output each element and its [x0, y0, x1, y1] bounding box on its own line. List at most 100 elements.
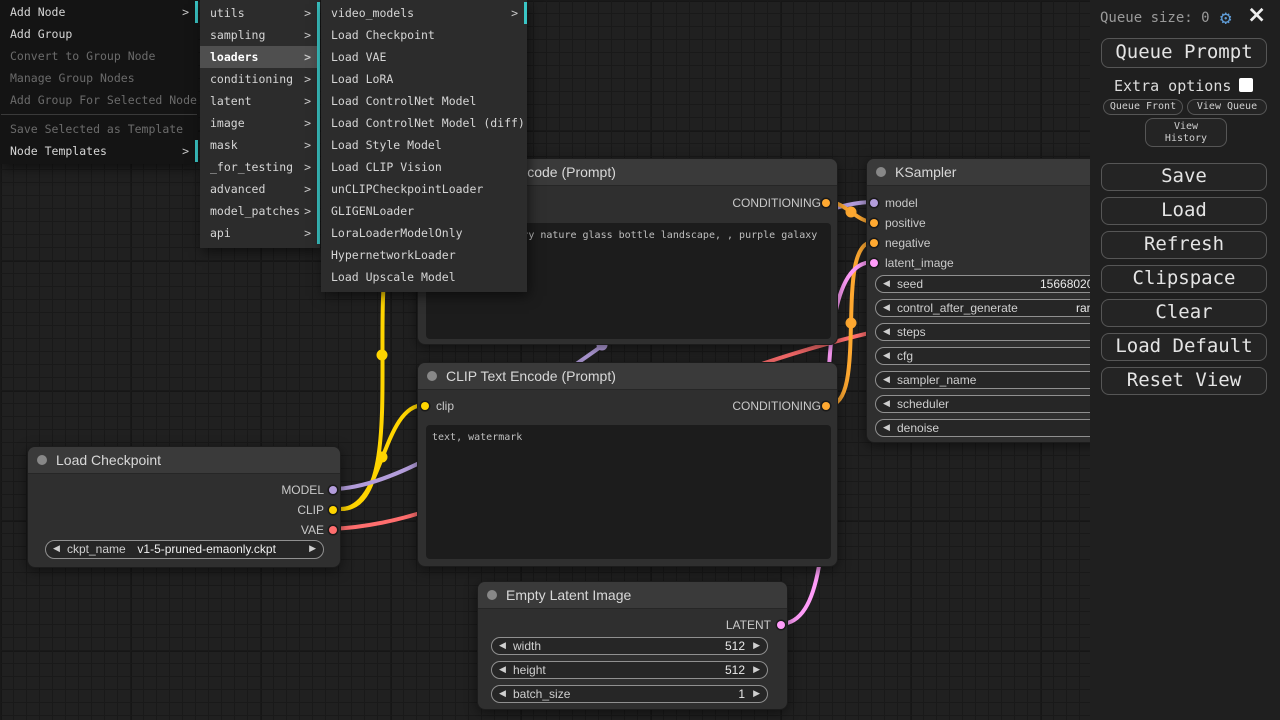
decrement-arrow-icon[interactable]: ◀	[499, 638, 506, 654]
menu-item-load-upscale-model[interactable]: Load Upscale Model	[321, 266, 527, 288]
output-slot-latent[interactable]	[777, 621, 785, 629]
node-load-checkpoint[interactable]: Load Checkpoint MODEL CLIP VAE ◀ ckpt_na…	[27, 446, 341, 568]
node-clip-text-encode-2[interactable]: CLIP Text Encode (Prompt) clip CONDITION…	[417, 362, 838, 567]
menu-item-latent[interactable]: latent>	[200, 90, 320, 112]
decrement-arrow-icon[interactable]: ◀	[883, 324, 890, 340]
menu-item-api[interactable]: api>	[200, 222, 320, 244]
menu-item-load-style-model[interactable]: Load Style Model	[321, 134, 527, 156]
menu-item-label: Node Templates	[10, 144, 107, 158]
close-icon[interactable]: ×	[1247, 2, 1266, 28]
decrement-arrow-icon[interactable]: ◀	[499, 686, 506, 702]
refresh-button[interactable]: Refresh	[1101, 231, 1267, 259]
decrement-arrow-icon[interactable]: ◀	[499, 662, 506, 678]
collapse-dot-icon[interactable]	[37, 455, 47, 465]
clear-button[interactable]: Clear	[1101, 299, 1267, 327]
menu-item-mask[interactable]: mask>	[200, 134, 320, 156]
collapse-dot-icon[interactable]	[876, 167, 886, 177]
output-slot-conditioning[interactable]	[822, 199, 830, 207]
increment-arrow-icon[interactable]: ▶	[753, 662, 760, 678]
input-slot-latent-image[interactable]	[870, 259, 878, 267]
menu-item-utils[interactable]: utils>	[200, 2, 320, 24]
menu-item-load-clip-vision[interactable]: Load CLIP Vision	[321, 156, 527, 178]
prev-arrow-icon[interactable]: ◀	[53, 541, 60, 557]
menu-item-label: Load CLIP Vision	[331, 160, 442, 174]
comfyui-canvas[interactable]: CLIP Text Encode (Prompt) clip CONDITION…	[0, 0, 1280, 720]
settings-gear-icon[interactable]: ⚙	[1220, 7, 1231, 29]
menu-item-load-controlnet-model[interactable]: Load ControlNet Model	[321, 90, 527, 112]
clipspace-button[interactable]: Clipspace	[1101, 265, 1267, 293]
view-history-button[interactable]: View History	[1145, 118, 1227, 147]
save-button[interactable]: Save	[1101, 163, 1267, 191]
prompt-textarea[interactable]: text, watermark	[426, 425, 831, 559]
menu-item-add-node[interactable]: Add Node >	[0, 1, 198, 23]
menu-item-label: loaders	[210, 50, 258, 64]
load-button[interactable]: Load	[1101, 197, 1267, 225]
output-slot-label: LATENT	[726, 618, 771, 632]
next-arrow-icon[interactable]: ▶	[309, 541, 316, 557]
reset-view-button[interactable]: Reset View	[1101, 367, 1267, 395]
increment-arrow-icon[interactable]: ▶	[753, 638, 760, 654]
menu-item-advanced[interactable]: advanced>	[200, 178, 320, 200]
output-slot-label: MODEL	[281, 483, 324, 497]
output-slot-vae[interactable]	[329, 526, 337, 534]
queue-prompt-button[interactable]: Queue Prompt	[1101, 38, 1267, 68]
node-title-bar[interactable]: Empty Latent Image	[478, 582, 787, 609]
height-widget[interactable]: ◀ height 512 ▶	[491, 661, 768, 679]
menu-item-label: Add Node	[10, 5, 65, 19]
menu-item-label: Save Selected as Template	[10, 122, 183, 136]
menu-item-load-lora[interactable]: Load LoRA	[321, 68, 527, 90]
submenu-arrow-icon: >	[304, 112, 311, 134]
input-slot-model[interactable]	[870, 199, 878, 207]
ckpt-name-widget[interactable]: ◀ ckpt_name v1-5-pruned-emaonly.ckpt ▶	[45, 540, 324, 559]
output-slot-conditioning[interactable]	[822, 402, 830, 410]
menu-item-node-templates[interactable]: Node Templates >	[0, 140, 198, 162]
menu-item-model-patches[interactable]: model_patches>	[200, 200, 320, 222]
menu-item-video-models[interactable]: video_models>	[321, 2, 527, 24]
menu-item-load-vae[interactable]: Load VAE	[321, 46, 527, 68]
menu-item-label: Convert to Group Node	[10, 49, 155, 63]
menu-item-image[interactable]: image >	[200, 112, 320, 134]
load-default-button[interactable]: Load Default	[1101, 333, 1267, 361]
extra-options-checkbox[interactable]	[1239, 78, 1253, 92]
menu-item-load-controlnet-model-diff[interactable]: Load ControlNet Model (diff)	[321, 112, 527, 134]
menu-item-label: Add Group For Selected Nodes	[10, 93, 198, 107]
menu-item-load-checkpoint[interactable]: Load Checkpoint	[321, 24, 527, 46]
view-queue-button[interactable]: View Queue	[1187, 99, 1267, 115]
menu-item-hypernetwork-loader[interactable]: HypernetworkLoader	[321, 244, 527, 266]
batch-size-widget[interactable]: ◀ batch_size 1 ▶	[491, 685, 768, 703]
menu-item-label: Load Style Model	[331, 138, 442, 152]
collapse-dot-icon[interactable]	[427, 371, 437, 381]
node-title-bar[interactable]: Load Checkpoint	[28, 447, 340, 474]
menu-item-label: mask	[210, 138, 238, 152]
input-slot-negative[interactable]	[870, 239, 878, 247]
decrement-arrow-icon[interactable]: ◀	[883, 420, 890, 436]
increment-arrow-icon[interactable]: ▶	[753, 686, 760, 702]
output-slot-model[interactable]	[329, 486, 337, 494]
menu-item-loaders[interactable]: loaders>	[200, 46, 320, 68]
decrement-arrow-icon[interactable]: ◀	[883, 276, 890, 292]
collapse-dot-icon[interactable]	[487, 590, 497, 600]
menu-item-gligen-loader[interactable]: GLIGENLoader	[321, 200, 527, 222]
decrement-arrow-icon[interactable]: ◀	[883, 372, 890, 388]
menu-item-unclip-checkpoint-loader[interactable]: unCLIPCheckpointLoader	[321, 178, 527, 200]
decrement-arrow-icon[interactable]: ◀	[883, 396, 890, 412]
menu-item-add-group[interactable]: Add Group	[0, 23, 198, 45]
menu-item-for-testing[interactable]: _for_testing>	[200, 156, 320, 178]
queue-front-button[interactable]: Queue Front	[1103, 99, 1183, 115]
menu-item-label: image	[210, 116, 245, 130]
output-slot-clip[interactable]	[329, 506, 337, 514]
width-widget[interactable]: ◀ width 512 ▶	[491, 637, 768, 655]
input-slot-positive[interactable]	[870, 219, 878, 227]
widget-label: height	[513, 662, 546, 679]
input-slot-clip[interactable]	[421, 402, 429, 410]
menu-item-lora-loader-model-only[interactable]: LoraLoaderModelOnly	[321, 222, 527, 244]
menu-item-conditioning[interactable]: conditioning>	[200, 68, 320, 90]
menu-item-sampling[interactable]: sampling>	[200, 24, 320, 46]
view-history-line1: View	[1146, 121, 1226, 133]
menu-item-label: Load ControlNet Model (diff)	[331, 116, 525, 130]
node-title-bar[interactable]: CLIP Text Encode (Prompt)	[418, 363, 837, 390]
node-empty-latent-image[interactable]: Empty Latent Image LATENT ◀ width 512 ▶ …	[477, 581, 788, 710]
input-slot-label: model	[885, 196, 918, 210]
decrement-arrow-icon[interactable]: ◀	[883, 300, 890, 316]
decrement-arrow-icon[interactable]: ◀	[883, 348, 890, 364]
